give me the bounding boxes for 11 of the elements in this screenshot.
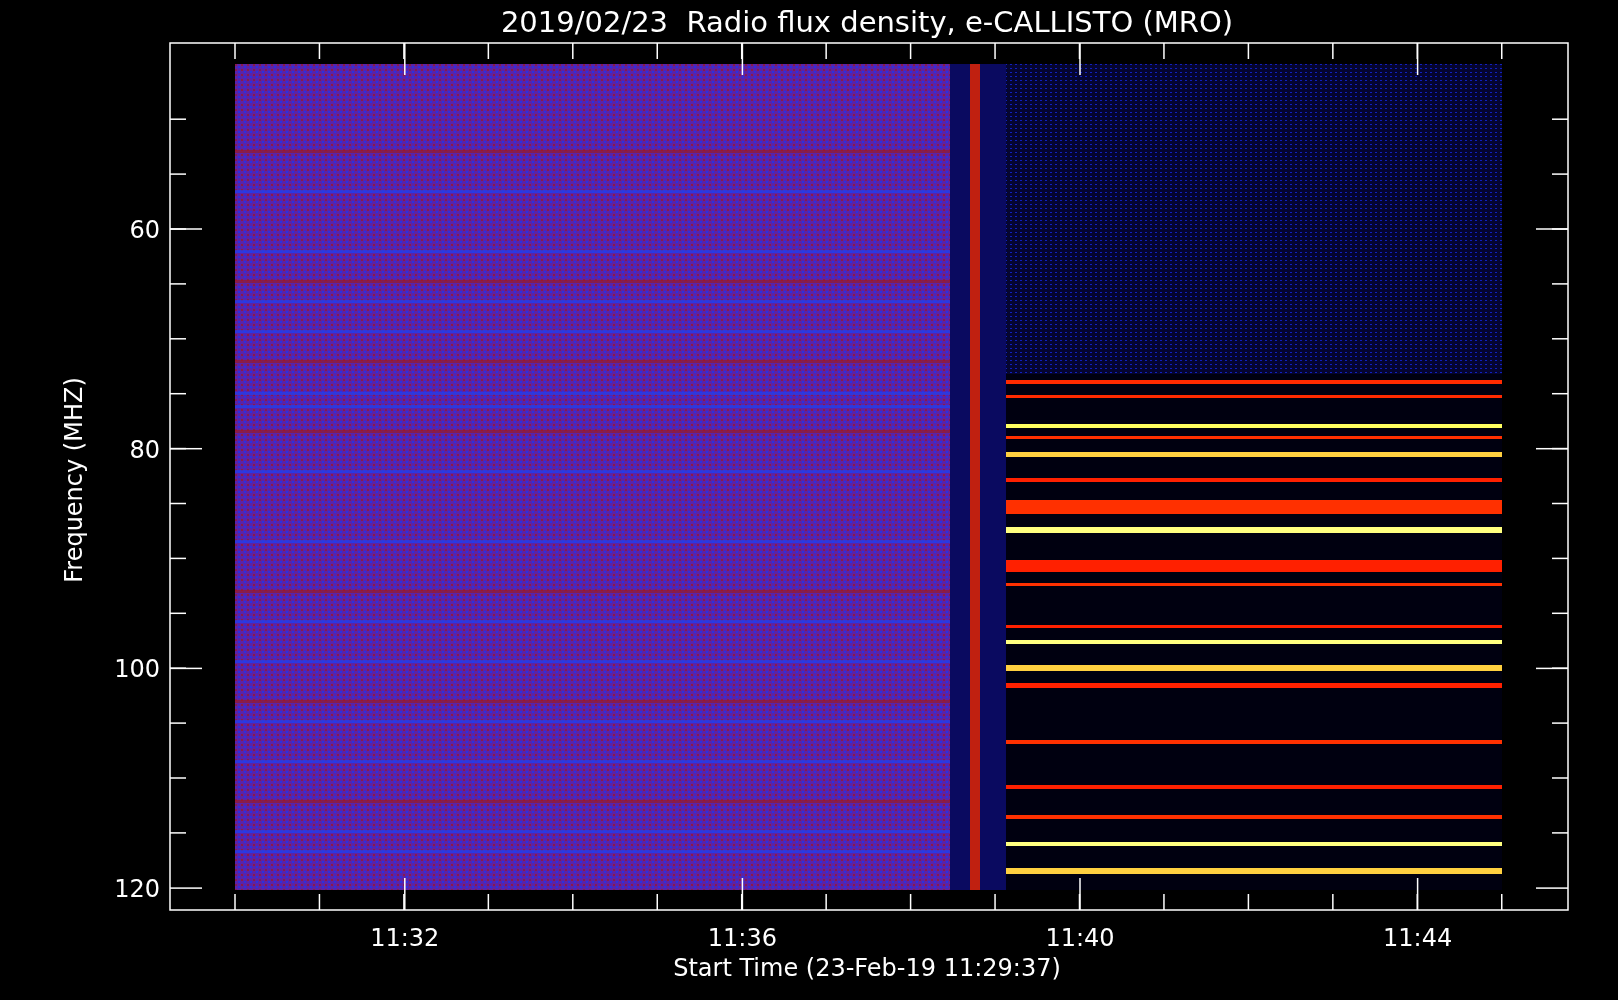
- x-axis-label: Start Time (23-Feb-19 11:29:37): [673, 954, 1061, 982]
- x-tick-label: 11:40: [1045, 924, 1115, 952]
- y-tick-label: 60: [129, 216, 160, 244]
- y-axis-label: Frequency (MHZ): [60, 377, 88, 583]
- x-tick-label: 11:44: [1383, 924, 1453, 952]
- y-tick-label: 120: [114, 875, 160, 904]
- x-tick-label: 11:32: [370, 924, 440, 952]
- y-tick-label: 80: [129, 435, 160, 464]
- x-tick-label: 11:36: [707, 924, 777, 952]
- chart-title: 2019/02/23 Radio flux density, e-CALLISTO (MRO): [500, 5, 1234, 39]
- y-tick-label: 100: [114, 655, 160, 684]
